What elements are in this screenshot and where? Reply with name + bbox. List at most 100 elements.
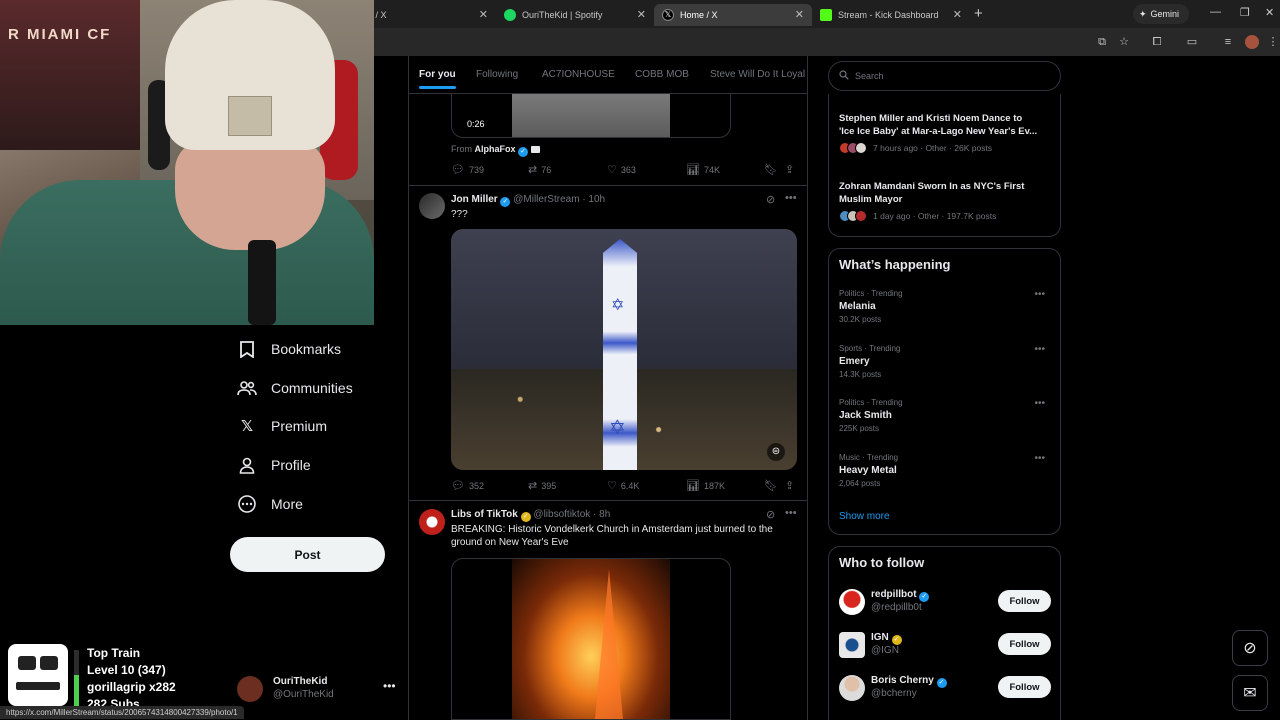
close-tab-icon[interactable]: ✕ xyxy=(479,8,488,21)
grok-button[interactable]: ⊘ xyxy=(1232,630,1268,666)
follow-button[interactable]: Follow xyxy=(998,590,1051,612)
more-options-icon[interactable]: ••• xyxy=(1034,289,1045,300)
nav-bookmarks[interactable]: Bookmarks xyxy=(237,334,341,364)
tweet-time[interactable]: · 8h xyxy=(593,509,610,520)
share-button[interactable]: ⇪ xyxy=(785,163,794,176)
browser-tab-spotify[interactable]: OuriTheKid | Spotify ✕ xyxy=(496,4,654,26)
minimize-icon[interactable]: — xyxy=(1210,6,1221,18)
tweet-video[interactable]: 0:26 xyxy=(451,94,731,138)
grok-icon[interactable]: ⊘ xyxy=(766,193,775,206)
reply-button[interactable]: 💬︎ 352 xyxy=(451,479,484,492)
browser-tab-x-prev[interactable]: e / X ✕ xyxy=(360,4,496,26)
tab-ac7ionhouse[interactable]: AC7IONHOUSE xyxy=(542,69,615,80)
messages-button[interactable]: ✉ xyxy=(1232,675,1268,711)
trend-item[interactable]: Politics · Trending Jack Smith 225K post… xyxy=(839,398,1049,438)
repost-button[interactable]: ⇄ 76 xyxy=(528,163,551,176)
more-options-icon[interactable]: ••• xyxy=(1034,453,1045,464)
tab-steve-will-do-it[interactable]: Steve Will Do It Loyal xyxy=(710,69,805,80)
more-options-icon[interactable]: ••• xyxy=(383,679,396,693)
author-handle[interactable]: @libsoftiktok xyxy=(533,509,590,520)
bookmark-star-icon[interactable]: ☆ xyxy=(1117,35,1131,49)
nav-more[interactable]: More xyxy=(237,489,303,519)
who-to-follow-title: Who to follow xyxy=(839,555,925,570)
source-name[interactable]: AlphaFox xyxy=(475,144,516,154)
views-button[interactable]: 📊︎ 187K xyxy=(686,479,725,492)
reading-list-icon[interactable]: ≡ xyxy=(1221,35,1235,49)
close-tab-icon[interactable]: ✕ xyxy=(795,8,804,21)
image-options-icon[interactable]: ⊜ xyxy=(767,443,785,461)
tweet-time[interactable]: · 10h xyxy=(582,194,605,205)
tab-following[interactable]: Following xyxy=(476,69,518,80)
author-handle[interactable]: @MillerStream xyxy=(513,194,579,205)
tab-label: OuriTheKid | Spotify xyxy=(522,10,603,20)
more-options-icon[interactable]: ••• xyxy=(785,192,797,204)
follow-suggestion[interactable]: Boris Cherny ✓ @bcherny Follow xyxy=(839,673,1054,703)
beanie-logo xyxy=(228,96,272,136)
news-meta: 1 day ago · Other · 197.7K posts xyxy=(839,210,1054,222)
avatar xyxy=(839,675,865,701)
author-name[interactable]: Jon Miller xyxy=(451,194,498,205)
trend-item[interactable]: Sports · Trending Emery 14.3K posts ••• xyxy=(839,344,1049,384)
tweet-header: Jon Miller ✓ @MillerStream · 10h xyxy=(451,194,605,207)
bookmark-button[interactable]: 🔖︎ xyxy=(764,479,778,492)
more-options-icon[interactable]: ••• xyxy=(785,507,797,519)
profile-avatar-icon[interactable] xyxy=(1245,35,1259,49)
author-name[interactable]: Libs of TikTok xyxy=(451,509,518,520)
like-button[interactable]: ♡ 6.4K xyxy=(607,479,639,492)
close-window-icon[interactable]: ✕ xyxy=(1265,6,1274,19)
from-label: From xyxy=(451,144,472,154)
restore-icon[interactable]: ❐ xyxy=(1240,6,1250,19)
browser-tab-x-home[interactable]: 𝕏 Home / X ✕ xyxy=(654,4,812,26)
avatar[interactable] xyxy=(419,193,445,219)
new-tab-button[interactable]: + xyxy=(974,5,983,22)
extensions-icon[interactable]: ⧠ xyxy=(1150,35,1164,49)
close-tab-icon[interactable]: ✕ xyxy=(637,8,646,21)
heart-icon: ♡ xyxy=(607,164,617,176)
like-button[interactable]: ♡ 363 xyxy=(607,163,636,176)
search-box[interactable]: Search xyxy=(828,61,1061,91)
news-item[interactable]: Zohran Mamdani Sworn In as NYC's First M… xyxy=(839,180,1054,222)
browser-tab-kick[interactable]: Stream - Kick Dashboard ✕ xyxy=(812,4,970,26)
tweet-text: BREAKING: Historic Vondelkerk Church in … xyxy=(451,523,773,549)
avatar[interactable] xyxy=(419,509,445,535)
streamer-face xyxy=(175,140,325,250)
trend-item[interactable]: Music · Trending Heavy Metal 2,064 posts… xyxy=(839,453,1049,493)
tab-search-icon[interactable]: ▭ xyxy=(1185,35,1199,49)
more-options-icon[interactable]: ••• xyxy=(1034,398,1045,409)
grok-icon[interactable]: ⊘ xyxy=(766,508,775,521)
views-button[interactable]: 📊︎ 74K xyxy=(686,163,720,176)
nav-communities[interactable]: Communities xyxy=(237,373,353,403)
share-button[interactable]: ⇪ xyxy=(785,479,794,492)
show-more-link[interactable]: Show more xyxy=(839,511,890,522)
install-app-icon[interactable]: ⧉ xyxy=(1095,35,1109,49)
card-icon xyxy=(530,146,540,153)
follow-suggestion[interactable]: IGN ✓ @IGN Follow xyxy=(839,630,1054,660)
reply-button[interactable]: 💬︎ 739 xyxy=(451,163,484,176)
train-window xyxy=(40,656,58,670)
repost-button[interactable]: ⇄ 395 xyxy=(528,479,556,492)
post-button[interactable]: Post xyxy=(230,537,385,572)
nav-label: Profile xyxy=(271,457,311,473)
tweet-image[interactable]: ✡ ✡ ⊜ xyxy=(451,229,797,470)
more-options-icon[interactable]: ••• xyxy=(1034,344,1045,355)
gemini-icon: ✦ xyxy=(1139,8,1147,19)
browser-menu-icon[interactable]: ⋮ xyxy=(1266,35,1280,49)
more-circle-icon xyxy=(237,494,257,514)
trend-item[interactable]: Politics · Trending Melania 30.2K posts … xyxy=(839,289,1049,329)
tab-for-you[interactable]: For you xyxy=(419,69,456,89)
tweet-video[interactable] xyxy=(451,558,731,720)
news-item[interactable]: Stephen Miller and Kristi Noem Dance to … xyxy=(839,112,1054,154)
nav-profile[interactable]: Profile xyxy=(237,450,311,480)
follow-button[interactable]: Follow xyxy=(998,633,1051,655)
follow-suggestion[interactable]: redpillbot ✓ @redpillb0t Follow xyxy=(839,587,1054,617)
bookmark-button[interactable]: 🔖︎ xyxy=(764,163,778,176)
nav-premium[interactable]: 𝕏 Premium xyxy=(237,411,327,441)
account-switcher[interactable]: OuriTheKid @OuriTheKid ••• xyxy=(237,674,397,704)
close-tab-icon[interactable]: ✕ xyxy=(953,8,962,21)
follow-button[interactable]: Follow xyxy=(998,676,1051,698)
tab-cobb-mob[interactable]: COBB MOB xyxy=(635,69,689,80)
suggestion-name: IGN ✓ xyxy=(871,632,902,645)
bookmark-icon xyxy=(237,339,257,359)
gemini-button[interactable]: ✦ Gemini xyxy=(1133,4,1189,24)
video-duration: 0:26 xyxy=(464,118,488,130)
